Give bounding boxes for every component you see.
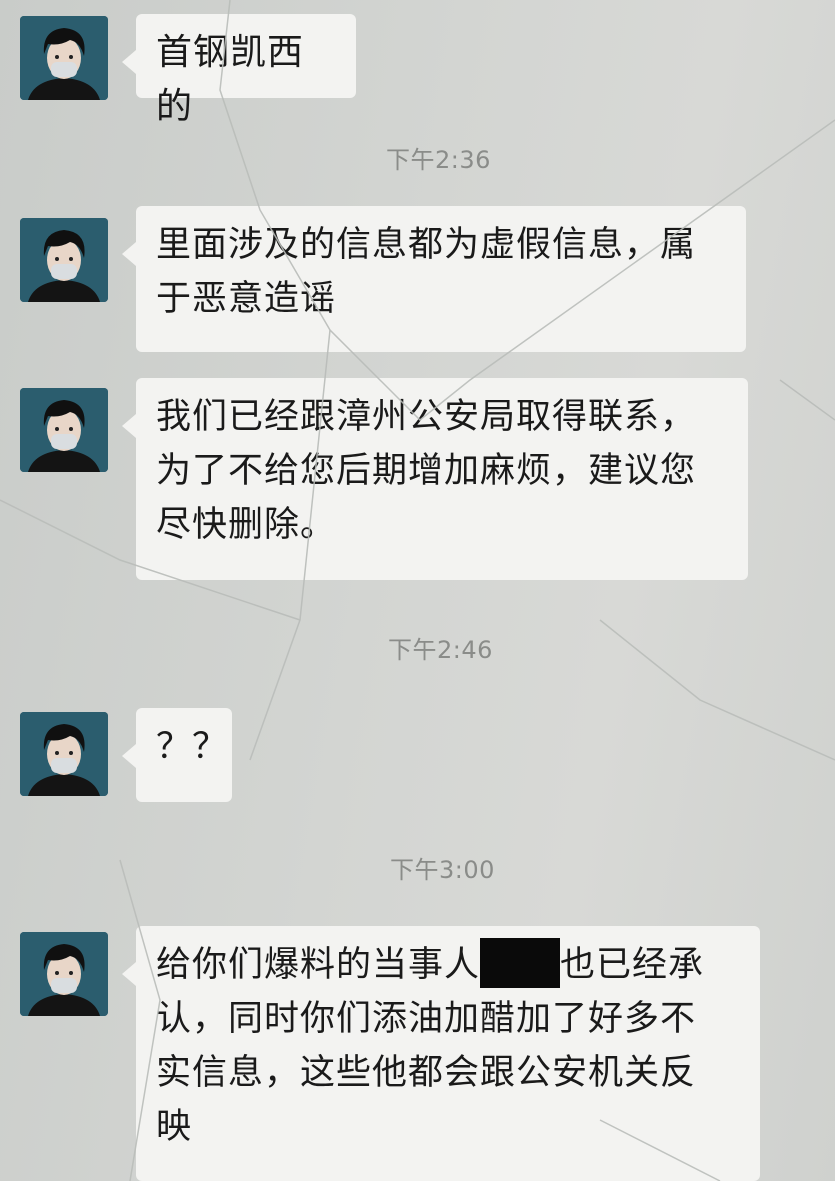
message-bubble[interactable]: 首钢凯西的 (122, 14, 356, 127)
message-line: 尽快删除。 (156, 505, 337, 545)
avatar[interactable] (20, 932, 108, 1016)
chat-screen: 首钢凯西的 下午2:36 里面涉及的信息都为虚假信息，属 于恶意造谣 我们已经跟… (0, 0, 835, 1181)
user-avatar-icon (20, 932, 108, 1016)
avatar[interactable] (20, 16, 108, 100)
redacted-name-block (480, 938, 561, 988)
user-avatar-icon (20, 16, 108, 100)
message-line: 给你们爆料的当事人 也已经承 (156, 938, 740, 992)
message-text: 也已经承 (560, 945, 705, 985)
message-line: 实信息，这些他都会跟公安机关反 (156, 1053, 697, 1093)
message-line: 于恶意造谣 (156, 279, 337, 319)
message-bubble[interactable]: 里面涉及的信息都为虚假信息，属 于恶意造谣 (122, 206, 746, 352)
timestamp: 下午2:36 (386, 146, 491, 174)
user-avatar-icon (20, 712, 108, 796)
message-bubble[interactable]: 我们已经跟漳州公安局取得联系， 为了不给您后期增加麻烦，建议您 尽快删除。 (122, 378, 748, 580)
user-avatar-icon (20, 218, 108, 302)
message-line: 里面涉及的信息都为虚假信息，属 (156, 225, 697, 265)
message-text: 给你们爆料的当事人 (156, 945, 481, 985)
message-line: 映 (156, 1107, 193, 1147)
avatar[interactable] (20, 712, 108, 796)
message-bubble[interactable]: 给你们爆料的当事人 也已经承 认，同时你们添油加醋加了好多不 实信息，这些他都会跟… (122, 926, 760, 1181)
message-line: 我们已经跟漳州公安局取得联系， (156, 397, 697, 437)
avatar[interactable] (20, 218, 108, 302)
user-avatar-icon (20, 388, 108, 472)
message-text: ？？ (156, 727, 229, 767)
message-line: 认，同时你们添油加醋加了好多不 (156, 999, 697, 1039)
timestamp: 下午3:00 (390, 856, 495, 884)
avatar[interactable] (20, 388, 108, 472)
timestamp: 下午2:46 (388, 636, 493, 664)
message-line: 为了不给您后期增加麻烦，建议您 (156, 451, 697, 491)
message-text: 首钢凯西的 (156, 32, 305, 127)
message-bubble[interactable]: ？？ (122, 708, 232, 802)
